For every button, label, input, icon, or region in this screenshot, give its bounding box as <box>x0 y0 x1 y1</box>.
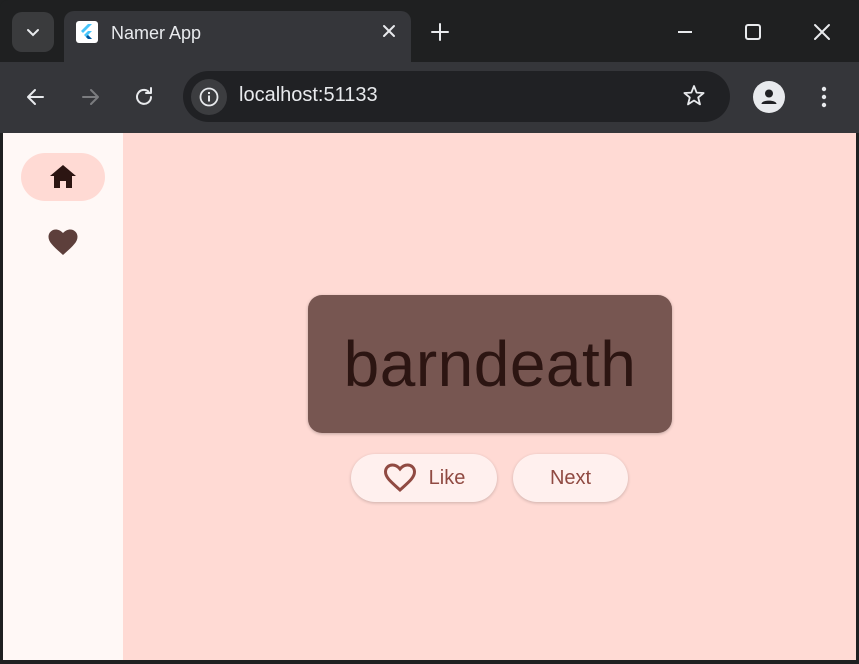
maximize-icon[interactable] <box>741 20 765 44</box>
like-button-label: Like <box>428 466 466 489</box>
plus-icon[interactable] <box>428 20 452 44</box>
address-bar[interactable]: localhost:51133 <box>183 71 730 122</box>
close-window-icon[interactable] <box>810 20 834 44</box>
person-icon <box>761 89 777 104</box>
app-page: barndeath Like Next <box>3 133 856 660</box>
next-button[interactable]: Next <box>513 454 628 502</box>
url-text[interactable]: localhost:51133 <box>239 84 378 107</box>
flutter-icon <box>76 21 98 43</box>
home-icon <box>50 165 76 188</box>
profile-button[interactable] <box>753 81 785 113</box>
site-info-button[interactable] <box>191 79 227 115</box>
minimize-icon[interactable] <box>673 20 697 44</box>
arrow-right-icon[interactable] <box>77 84 103 110</box>
star-icon[interactable] <box>681 83 707 109</box>
favorite-icon <box>48 229 78 255</box>
chevron-down-icon <box>27 29 39 37</box>
close-icon[interactable] <box>379 21 399 41</box>
more-vert-icon[interactable] <box>811 83 837 111</box>
browser-toolbar: localhost:51133 <box>0 62 859 133</box>
next-button-label: Next <box>549 466 592 489</box>
tab-strip: Namer App <box>0 0 859 62</box>
tab-title: Namer App <box>111 23 202 43</box>
word-card: barndeath <box>308 295 672 433</box>
tab-search-button[interactable] <box>12 12 54 52</box>
tab-active[interactable]: Namer App <box>64 11 411 62</box>
browser-window: Namer App localhost:51133 barndeath Like… <box>0 0 859 664</box>
generator-page: barndeath Like Next <box>123 133 856 660</box>
like-button[interactable]: Like <box>351 454 497 502</box>
reload-icon[interactable] <box>131 84 157 110</box>
word-pair-text: barndeath <box>343 328 637 400</box>
arrow-left-icon[interactable] <box>23 84 49 110</box>
info-icon <box>199 87 219 107</box>
heart-outline-icon <box>383 463 416 493</box>
nav-rail-item-home[interactable] <box>21 153 105 201</box>
navigation-rail <box>3 133 123 660</box>
nav-rail-item-favorites[interactable] <box>21 219 105 267</box>
